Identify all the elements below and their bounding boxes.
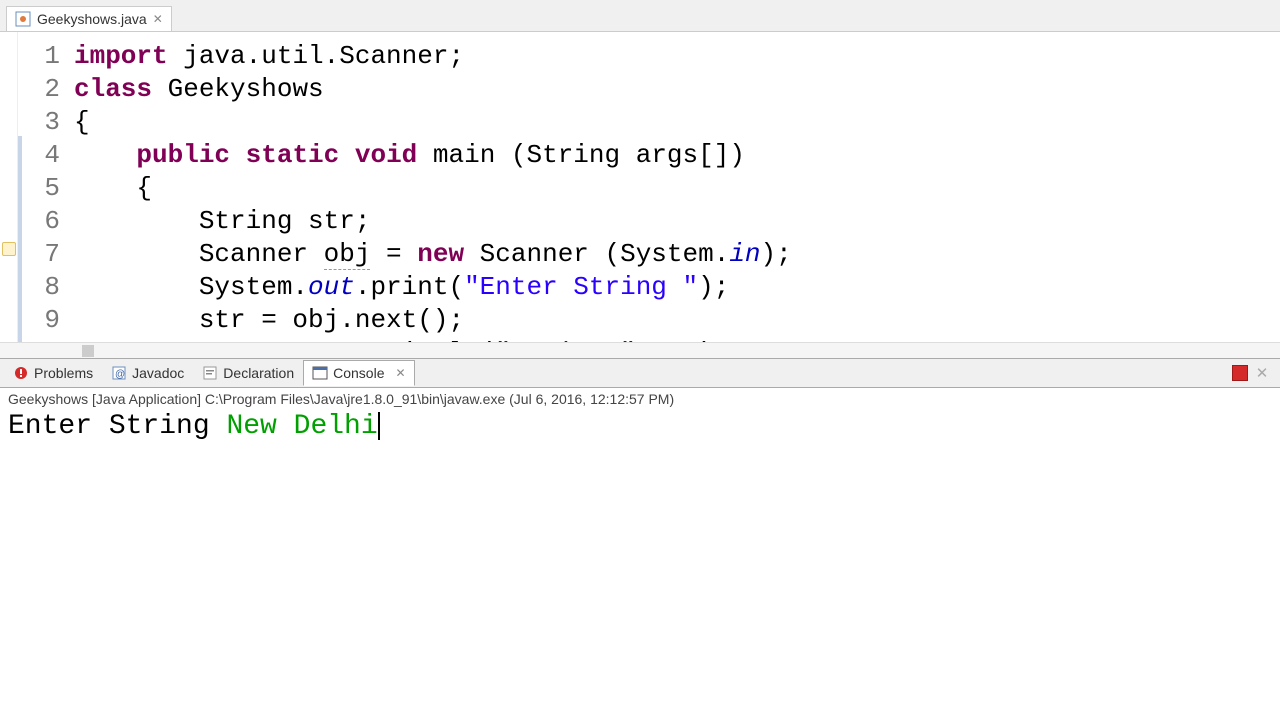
code-text[interactable]: str = obj.next(); [74, 304, 1280, 337]
text-cursor [378, 412, 380, 440]
line-number: 7 [18, 238, 74, 271]
code-text[interactable]: { [74, 106, 1280, 139]
console-prompt-text: Enter String [8, 411, 226, 442]
console-input-text: New Delhi [226, 411, 377, 442]
editor-tab-filename: Geekyshows.java [37, 11, 147, 27]
tab-declaration[interactable]: Declaration [193, 360, 303, 386]
line-number: 5 [18, 172, 74, 205]
terminate-icon[interactable] [1232, 365, 1248, 381]
editor-area[interactable]: 1import java.util.Scanner;2class Geekysh… [0, 32, 1280, 342]
tab-console[interactable]: Console ✕ [303, 360, 414, 386]
code-text[interactable]: import java.util.Scanner; [74, 40, 1280, 73]
code-line[interactable]: 5 { [18, 172, 1280, 205]
editor-tab-bar: Geekyshows.java ✕ [0, 0, 1280, 32]
console-process-label: Geekyshows [Java Application] C:\Program… [0, 388, 1280, 410]
console-output[interactable]: Enter String New Delhi [0, 410, 1280, 720]
line-number: 1 [18, 40, 74, 73]
remove-launch-icon[interactable]: ✕ [1254, 365, 1270, 381]
code-text[interactable]: Scanner obj = new Scanner (System.in); [74, 238, 1280, 271]
scrollbar-thumb[interactable] [82, 345, 94, 357]
code-line[interactable]: 8 System.out.print("Enter String "); [18, 271, 1280, 304]
line-number: 9 [18, 304, 74, 337]
code-editor[interactable]: 1import java.util.Scanner;2class Geekysh… [18, 32, 1280, 342]
tab-problems[interactable]: Problems [4, 360, 102, 386]
tab-label: Console [333, 365, 384, 381]
java-file-icon [15, 11, 31, 27]
code-line[interactable]: 7 Scanner obj = new Scanner (System.in); [18, 238, 1280, 271]
line-number: 6 [18, 205, 74, 238]
tab-label: Declaration [223, 365, 294, 381]
code-line[interactable]: 2class Geekyshows [18, 73, 1280, 106]
code-line[interactable]: 9 str = obj.next(); [18, 304, 1280, 337]
code-line[interactable]: 4 public static void main (String args[]… [18, 139, 1280, 172]
console-icon [312, 365, 328, 381]
editor-tab-active[interactable]: Geekyshows.java ✕ [6, 6, 172, 31]
code-text[interactable]: public static void main (String args[]) [74, 139, 1280, 172]
line-number: 4 [18, 139, 74, 172]
code-text[interactable]: class Geekyshows [74, 73, 1280, 106]
close-icon[interactable]: ✕ [153, 12, 163, 26]
code-text[interactable]: String str; [74, 205, 1280, 238]
code-line[interactable]: 6 String str; [18, 205, 1280, 238]
svg-text:@: @ [115, 369, 125, 380]
tab-label: Problems [34, 365, 93, 381]
code-text[interactable]: { [74, 172, 1280, 205]
code-line[interactable]: 3{ [18, 106, 1280, 139]
editor-gutter [0, 32, 18, 342]
line-number: 8 [18, 271, 74, 304]
problems-icon [13, 365, 29, 381]
close-icon[interactable]: ✕ [396, 366, 406, 380]
code-text[interactable]: System.out.print("Enter String "); [74, 271, 1280, 304]
tab-label: Javadoc [132, 365, 184, 381]
declaration-icon [202, 365, 218, 381]
tab-javadoc[interactable]: @ Javadoc [102, 360, 193, 386]
javadoc-icon: @ [111, 365, 127, 381]
warning-marker-icon[interactable] [2, 242, 16, 256]
horizontal-scrollbar[interactable] [0, 342, 1280, 358]
bottom-tab-bar: Problems @ Javadoc Declaration Console ✕… [0, 358, 1280, 388]
code-line[interactable]: 1import java.util.Scanner; [18, 40, 1280, 73]
console-toolbar: ✕ [1232, 365, 1276, 381]
line-number: 3 [18, 106, 74, 139]
line-number: 2 [18, 73, 74, 106]
